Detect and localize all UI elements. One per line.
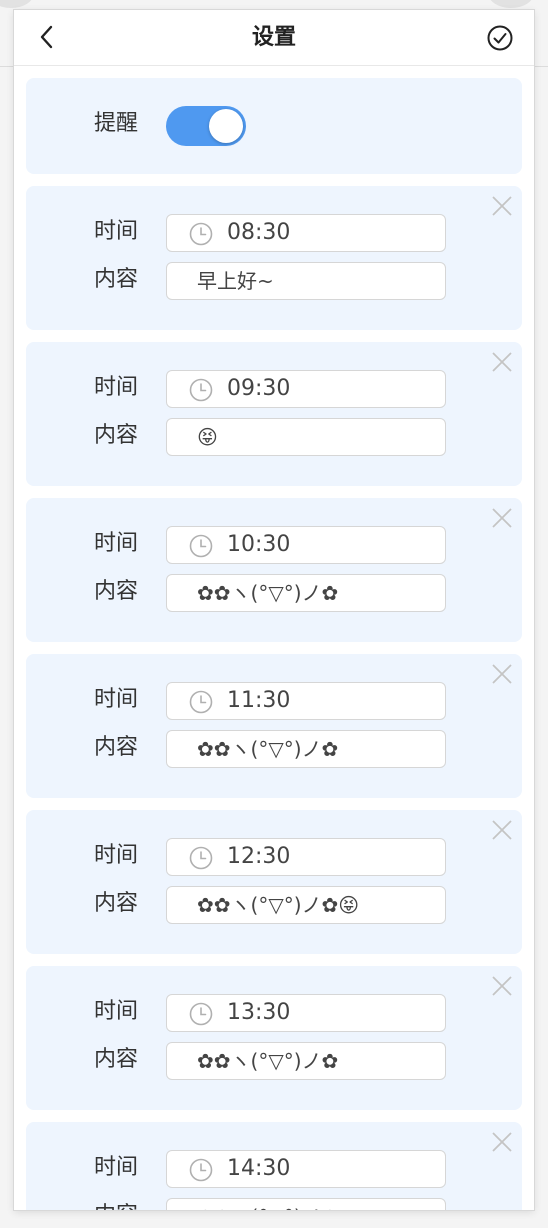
reminder-list: 时间 08:30 内容 早上好~ 时间 09:30 内容 😝 时间 10:30 … xyxy=(26,186,522,1210)
reminder-item: 时间 13:30 内容 ✿✿ヽ(°▽°)ノ✿ xyxy=(26,966,522,1110)
header-bar: 设置 xyxy=(14,10,534,66)
content-value: ✿✿ヽ(°▽°)ノ✿ xyxy=(197,737,339,761)
confirm-button[interactable] xyxy=(486,24,514,52)
content-value: ✿✿ヽ(°▽°)ノ✿ xyxy=(197,1049,339,1073)
content-field[interactable]: 😝 xyxy=(166,418,446,456)
content-label: 内容 xyxy=(94,267,139,292)
close-icon xyxy=(492,664,512,684)
remove-item-button[interactable] xyxy=(490,506,514,530)
time-field[interactable]: 12:30 xyxy=(166,838,446,876)
content-label: 内容 xyxy=(94,1047,139,1072)
remove-item-button[interactable] xyxy=(490,1130,514,1154)
time-label: 时间 xyxy=(94,687,139,712)
time-label: 时间 xyxy=(94,1155,139,1180)
time-value: 14:30 xyxy=(227,1156,291,1181)
reminder-item: 时间 11:30 内容 ✿✿ヽ(°▽°)ノ✿ xyxy=(26,654,522,798)
settings-window: 设置 提醒 时间 08:30 内容 早上好~ 时间 09:30 内容 😝 时间 … xyxy=(14,10,534,1210)
close-icon xyxy=(492,508,512,528)
content-label: 内容 xyxy=(94,735,139,760)
time-field[interactable]: 13:30 xyxy=(166,994,446,1032)
content-label: 内容 xyxy=(94,579,139,604)
background-corner-right xyxy=(488,0,534,8)
time-field[interactable]: 14:30 xyxy=(166,1150,446,1188)
clock-icon xyxy=(189,846,213,870)
background-corner-left xyxy=(0,0,34,8)
time-value: 10:30 xyxy=(227,532,291,557)
time-field[interactable]: 09:30 xyxy=(166,370,446,408)
check-circle-icon xyxy=(487,25,513,51)
clock-icon xyxy=(189,1158,213,1182)
remove-item-button[interactable] xyxy=(490,194,514,218)
content-value: ✿✿ヽ(°▽°)ノ✿😝 xyxy=(197,893,360,917)
clock-icon xyxy=(189,378,213,402)
close-icon xyxy=(492,352,512,372)
content-field[interactable]: ✿✿ヽ(°▽°)ノ✿😝 xyxy=(166,886,446,924)
time-label: 时间 xyxy=(94,219,139,244)
time-field[interactable]: 08:30 xyxy=(166,214,446,252)
content-field[interactable]: ✿✿ヽ(°▽°)ノ✿ xyxy=(166,574,446,612)
content-field[interactable]: 早上好~ xyxy=(166,262,446,300)
clock-icon xyxy=(189,222,213,246)
clock-icon xyxy=(189,534,213,558)
content-field[interactable]: ✿✿ヽ(°▽°)ノ✿ xyxy=(166,730,446,768)
content-label: 内容 xyxy=(94,891,139,916)
time-value: 08:30 xyxy=(227,220,291,245)
time-field[interactable]: 10:30 xyxy=(166,526,446,564)
remove-item-button[interactable] xyxy=(490,818,514,842)
content-label: 内容 xyxy=(94,423,139,448)
time-label: 时间 xyxy=(94,999,139,1024)
content-field[interactable]: ✿✿ヽ(°▽°)ノ✿ xyxy=(166,1042,446,1080)
time-label: 时间 xyxy=(94,531,139,556)
remove-item-button[interactable] xyxy=(490,350,514,374)
time-value: 13:30 xyxy=(227,1000,291,1025)
content-value: 早上好~ xyxy=(197,269,274,293)
reminder-item: 时间 09:30 内容 😝 xyxy=(26,342,522,486)
clock-icon xyxy=(189,690,213,714)
time-value: 11:30 xyxy=(227,688,291,713)
reminder-item: 时间 10:30 内容 ✿✿ヽ(°▽°)ノ✿ xyxy=(26,498,522,642)
page-title: 设置 xyxy=(251,25,296,50)
content-value: 😝 xyxy=(197,425,218,449)
content-label: 内容 xyxy=(94,1200,138,1210)
close-icon xyxy=(492,820,512,840)
time-label: 时间 xyxy=(94,375,139,400)
reminder-panel: 提醒 xyxy=(26,78,522,174)
time-value: 09:30 xyxy=(227,376,291,401)
content-value: ✿✿ヽ(°▽°)ノ✿ xyxy=(197,581,339,605)
time-field[interactable]: 11:30 xyxy=(166,682,446,720)
reminder-item: 时间 08:30 内容 早上好~ xyxy=(26,186,522,330)
time-value: 12:30 xyxy=(227,844,291,869)
close-icon xyxy=(492,196,512,216)
settings-content: 提醒 时间 08:30 内容 早上好~ 时间 09:30 内容 😝 时间 10:… xyxy=(26,78,522,1210)
reminder-item: 时间 12:30 内容 ✿✿ヽ(°▽°)ノ✿😝 xyxy=(26,810,522,954)
content-value: ✿✿ヽ(°▽°)ノ✿ xyxy=(197,1199,338,1210)
reminder-toggle[interactable] xyxy=(166,106,246,146)
reminder-item: 时间 14:30 内容 ✿✿ヽ(°▽°)ノ✿ xyxy=(26,1122,522,1210)
clock-icon xyxy=(189,1002,213,1026)
close-icon xyxy=(492,976,512,996)
time-label: 时间 xyxy=(94,843,139,868)
reminder-label: 提醒 xyxy=(94,111,139,136)
close-icon xyxy=(492,1132,512,1152)
remove-item-button[interactable] xyxy=(490,662,514,686)
content-field[interactable]: ✿✿ヽ(°▽°)ノ✿ xyxy=(166,1198,446,1210)
toggle-knob xyxy=(209,109,243,143)
remove-item-button[interactable] xyxy=(490,974,514,998)
